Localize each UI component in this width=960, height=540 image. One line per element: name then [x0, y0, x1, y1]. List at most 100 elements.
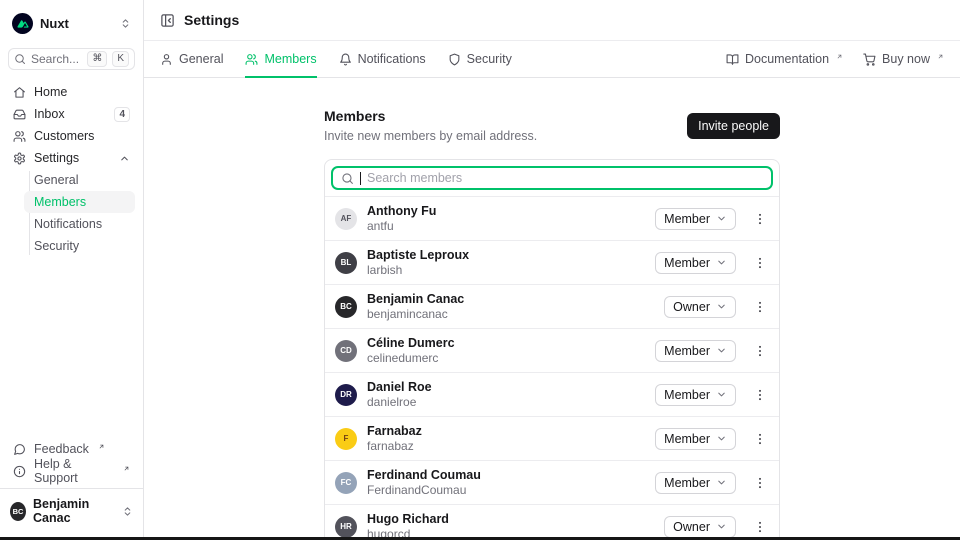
- buy-now-link[interactable]: Buy now: [863, 52, 944, 66]
- sidebar-item-security[interactable]: Security: [24, 235, 135, 257]
- sidebar-item-label: Notifications: [34, 217, 102, 231]
- member-role-select[interactable]: Member: [655, 472, 736, 494]
- sidebar-item-label: Customers: [34, 129, 94, 143]
- sidebar-item-members[interactable]: Members: [24, 191, 135, 213]
- member-role-value: Member: [664, 212, 710, 226]
- chevron-down-icon: [716, 257, 727, 268]
- member-role-select[interactable]: Member: [655, 384, 736, 406]
- member-actions-menu-icon[interactable]: [751, 430, 769, 448]
- sidebar-item-home[interactable]: Home: [8, 81, 135, 103]
- member-row: DR Daniel Roe danielroe Member: [325, 373, 779, 417]
- text-caret: [360, 172, 361, 185]
- external-link-icon: [123, 465, 130, 472]
- member-actions-menu-icon[interactable]: [751, 254, 769, 272]
- users-icon: [13, 130, 26, 143]
- member-role-select[interactable]: Member: [655, 428, 736, 450]
- sidebar-item-general[interactable]: General: [24, 169, 135, 191]
- sidebar: Nuxt Search... ⌘ K Home Inbox 4 Customer…: [0, 0, 144, 540]
- member-actions-menu-icon[interactable]: [751, 342, 769, 360]
- tab-general[interactable]: General: [160, 41, 223, 77]
- member-row: AF Anthony Fu antfu Member: [325, 197, 779, 241]
- sidebar-search-button[interactable]: Search... ⌘ K: [8, 48, 135, 70]
- sidebar-item-label: Inbox: [34, 107, 65, 121]
- sidebar-item-label: Members: [34, 195, 86, 209]
- gear-icon: [13, 152, 26, 165]
- sidebar-item-label: Security: [34, 239, 79, 253]
- member-role-select[interactable]: Member: [655, 252, 736, 274]
- settings-tabbar: General Members Notifications Security D…: [144, 41, 960, 78]
- member-name: Benjamin Canac: [367, 292, 464, 307]
- member-role-select[interactable]: Owner: [664, 516, 736, 538]
- member-actions-menu-icon[interactable]: [751, 518, 769, 536]
- chevron-down-icon: [716, 477, 727, 488]
- member-role-select[interactable]: Owner: [664, 296, 736, 318]
- sidebar-item-notifications[interactable]: Notifications: [24, 213, 135, 235]
- member-actions-menu-icon[interactable]: [751, 386, 769, 404]
- settings-subnav: General Members Notifications Security: [8, 169, 135, 257]
- search-icon: [341, 172, 354, 185]
- collapse-sidebar-button[interactable]: [160, 13, 175, 28]
- member-name: Daniel Roe: [367, 380, 432, 395]
- sidebar-item-inbox[interactable]: Inbox 4: [8, 103, 135, 125]
- member-avatar: HR: [335, 516, 357, 538]
- member-role-value: Member: [664, 344, 710, 358]
- external-link-icon: [98, 443, 105, 450]
- invite-people-button[interactable]: Invite people: [687, 113, 780, 139]
- member-avatar: CD: [335, 340, 357, 362]
- user-name: Benjamin Canac: [33, 497, 115, 525]
- member-actions-menu-icon[interactable]: [751, 210, 769, 228]
- search-icon: [14, 53, 26, 65]
- user-menu[interactable]: BC Benjamin Canac: [0, 488, 143, 532]
- kbd-cmd: ⌘: [87, 51, 107, 67]
- tab-label: Members: [264, 52, 316, 66]
- tab-security[interactable]: Security: [448, 41, 512, 77]
- member-name: Baptiste Leproux: [367, 248, 469, 263]
- member-avatar: AF: [335, 208, 357, 230]
- inbox-icon: [13, 108, 26, 121]
- member-role-select[interactable]: Member: [655, 208, 736, 230]
- member-role-value: Member: [664, 476, 710, 490]
- member-username: celinedumerc: [367, 351, 455, 365]
- members-title: Members: [324, 108, 537, 124]
- chevron-down-icon: [716, 345, 727, 356]
- shopping-cart-icon: [863, 53, 876, 66]
- member-row: F Farnabaz farnabaz Member: [325, 417, 779, 461]
- users-icon: [245, 53, 258, 66]
- member-actions-menu-icon[interactable]: [751, 298, 769, 316]
- tab-notifications[interactable]: Notifications: [339, 41, 426, 77]
- content-area: Members Invite new members by email addr…: [144, 79, 960, 540]
- member-username: farnabaz: [367, 439, 422, 453]
- member-row: FC Ferdinand Coumau FerdinandCoumau Memb…: [325, 461, 779, 505]
- workspace-switcher[interactable]: Nuxt: [8, 8, 135, 38]
- member-row: BC Benjamin Canac benjamincanac Owner: [325, 285, 779, 329]
- help-support-label: Help & Support: [34, 457, 114, 485]
- tab-members[interactable]: Members: [245, 41, 316, 77]
- chevron-down-icon: [716, 389, 727, 400]
- search-placeholder: Search...: [31, 52, 82, 66]
- members-search-field[interactable]: [331, 166, 773, 190]
- documentation-label: Documentation: [745, 52, 829, 66]
- page-title: Settings: [184, 12, 239, 28]
- help-support-link[interactable]: Help & Support: [8, 460, 135, 482]
- member-actions-menu-icon[interactable]: [751, 474, 769, 492]
- sidebar-item-label: Home: [34, 85, 67, 99]
- kbd-k: K: [112, 51, 129, 67]
- sidebar-item-settings[interactable]: Settings: [8, 147, 135, 169]
- documentation-link[interactable]: Documentation: [726, 52, 843, 66]
- chevrons-up-down-icon: [122, 506, 133, 517]
- chevron-down-icon: [716, 301, 727, 312]
- members-card: AF Anthony Fu antfu Member BL Baptiste L…: [324, 159, 780, 540]
- members-search-input[interactable]: [367, 171, 763, 185]
- member-username: FerdinandCoumau: [367, 483, 481, 497]
- tab-label: Security: [467, 52, 512, 66]
- chevron-down-icon: [716, 521, 727, 532]
- workspace-name: Nuxt: [40, 16, 69, 31]
- member-role-value: Member: [664, 256, 710, 270]
- chevron-down-icon: [716, 433, 727, 444]
- member-role-value: Owner: [673, 300, 710, 314]
- chevron-up-icon: [119, 153, 130, 164]
- sidebar-item-label: General: [34, 173, 78, 187]
- sidebar-item-customers[interactable]: Customers: [8, 125, 135, 147]
- member-role-value: Owner: [673, 520, 710, 534]
- member-role-select[interactable]: Member: [655, 340, 736, 362]
